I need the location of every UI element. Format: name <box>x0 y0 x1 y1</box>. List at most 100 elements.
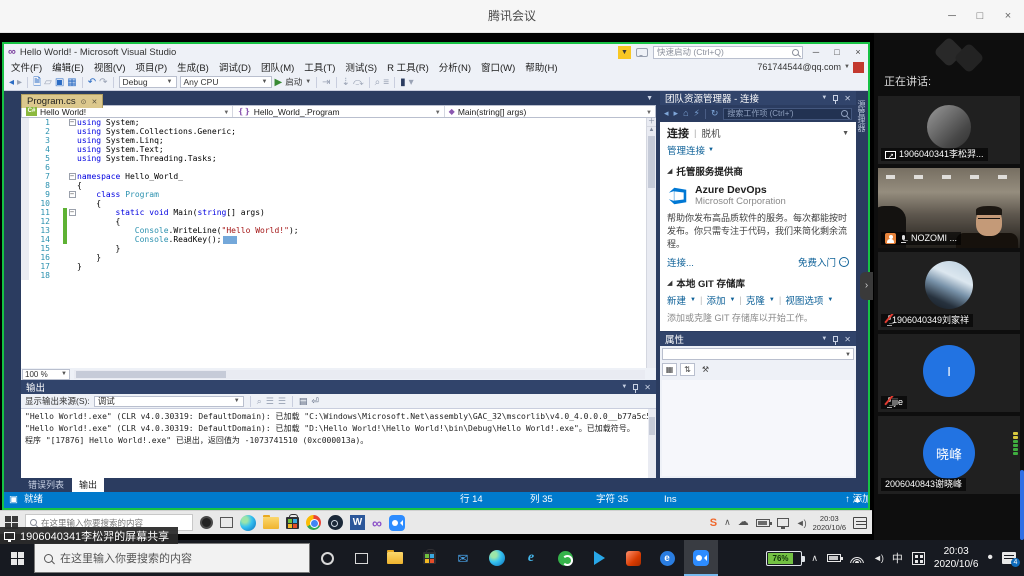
volume-icon[interactable]: ◄) <box>796 518 806 528</box>
output-log[interactable]: "Hello World!.exe" (CLR v4.0.30319: Defa… <box>21 409 648 478</box>
microsoft-store-icon[interactable] <box>286 517 299 529</box>
outline-margin[interactable]: − <box>67 208 77 217</box>
sidebar-scrollbar[interactable] <box>1020 33 1024 540</box>
comment-icon[interactable]: ≡ <box>383 75 389 90</box>
taskbar-app-video-player[interactable] <box>582 540 616 576</box>
tool-tab-output[interactable]: 输出 <box>72 478 104 492</box>
participant-tile[interactable]: 晓峰2006040843谢晓峰 <box>878 416 1020 494</box>
menu-item-9[interactable]: R 工具(R) <box>382 63 434 74</box>
outline-margin[interactable] <box>67 127 77 136</box>
project-dropdown[interactable]: C# Hello World! ▼ <box>22 106 233 117</box>
breakpoint-margin[interactable] <box>21 271 29 280</box>
git-action-3[interactable]: 视图选项 <box>785 293 823 307</box>
window-position-icon[interactable]: ▼ <box>821 336 827 342</box>
shared-app-store[interactable] <box>286 514 299 532</box>
account-menu[interactable]: 761744544@qq.com ▼ <box>757 60 864 74</box>
tencent-meeting-icon[interactable] <box>389 515 405 531</box>
ime-keyboard-icon[interactable] <box>912 552 925 565</box>
visual-studio-icon[interactable]: ∞ <box>372 516 382 530</box>
outline-margin[interactable] <box>67 226 77 235</box>
taskbar-app-office[interactable] <box>616 540 650 576</box>
chevron-up-icon[interactable]: ∧ <box>811 553 818 564</box>
shared-app-steam[interactable] <box>328 514 343 532</box>
menu-item-4[interactable]: 生成(B) <box>172 63 214 74</box>
close-icon[interactable]: × <box>994 0 1022 33</box>
network-icon[interactable] <box>777 518 789 527</box>
fold-collapse-icon[interactable]: − <box>69 119 76 126</box>
save-icon[interactable]: ▣ <box>55 75 64 90</box>
shared-notifications-icon[interactable] <box>853 517 867 529</box>
cortana-icon[interactable] <box>321 552 334 565</box>
add-to-source-control-button[interactable]: ↑ 添加到源代码管理 ▲ <box>845 492 862 508</box>
edge-icon[interactable] <box>240 515 256 531</box>
vs-minimize-icon[interactable]: ─ <box>808 45 824 59</box>
local-git-section[interactable]: ◢ 本地 GIT 存储库 <box>667 276 849 290</box>
editor-vertical-scrollbar[interactable]: ＋ ▲ <box>646 118 656 368</box>
output-scrollbar[interactable] <box>648 409 656 478</box>
avatar[interactable] <box>853 62 864 73</box>
menu-item-1[interactable]: 编辑(E) <box>47 63 89 74</box>
chevron-up-icon[interactable]: ∧ <box>724 517 731 528</box>
properties-panel-header[interactable]: 属性 ▼ ✕ <box>660 332 856 346</box>
menu-item-10[interactable]: 分析(N) <box>434 63 476 74</box>
outline-margin[interactable] <box>67 163 77 172</box>
breakpoint-margin[interactable] <box>21 181 29 190</box>
outline-margin[interactable]: − <box>67 172 77 181</box>
redo-icon[interactable]: ↷ <box>99 75 107 90</box>
breakpoint-margin[interactable] <box>21 208 29 217</box>
tab-solution-explorer[interactable]: 解决方案资源管理器 <box>856 94 870 138</box>
scrollbar-thumb[interactable] <box>649 417 655 435</box>
toolbar-overflow-icon[interactable]: ▾ <box>409 75 414 90</box>
wifi-icon[interactable] <box>850 553 864 563</box>
menu-item-11[interactable]: 窗口(W) <box>476 63 520 74</box>
start-debug-icon[interactable]: ▶ <box>275 75 283 90</box>
outline-margin[interactable] <box>67 136 77 145</box>
feedback-icon[interactable] <box>636 48 648 57</box>
breakpoint-margin[interactable] <box>21 217 29 226</box>
team-explorer-header[interactable]: 团队资源管理器 - 连接 ▼ ✕ <box>660 91 856 105</box>
pin-icon[interactable] <box>833 336 838 342</box>
internet-explorer-icon[interactable]: e <box>528 551 534 565</box>
breakpoint-margin[interactable] <box>21 136 29 145</box>
outline-margin[interactable] <box>67 271 77 280</box>
shared-app-tencent-meeting[interactable] <box>389 514 405 532</box>
sidebar-collapse-button[interactable]: › <box>860 272 873 300</box>
browser-360-icon[interactable] <box>558 551 573 566</box>
document-list-icon[interactable]: ▼ <box>646 95 653 102</box>
menu-item-0[interactable]: 文件(F) <box>6 63 47 74</box>
breakpoint-margin[interactable] <box>21 118 29 127</box>
scrollbar-thumb[interactable] <box>1020 470 1024 540</box>
microsoft-store-icon[interactable] <box>423 552 436 564</box>
properties-grid[interactable] <box>662 380 854 476</box>
shared-app-visual-studio[interactable]: ∞ <box>372 514 382 532</box>
window-position-icon[interactable]: ▼ <box>821 95 827 101</box>
navigate-forward-icon[interactable]: ▸ <box>17 75 22 90</box>
menu-item-7[interactable]: 工具(T) <box>299 63 340 74</box>
solution-configuration-select[interactable]: Debug▼ <box>119 76 177 88</box>
bookmark-icon[interactable]: ▮ <box>400 75 406 90</box>
sogou-ime-icon[interactable]: S <box>710 517 717 529</box>
cloud-icon[interactable]: ☁ <box>738 517 749 528</box>
taskbar-app-edge[interactable] <box>480 540 514 576</box>
participant-tile[interactable]: NOZOMI ... <box>878 168 1020 248</box>
word-icon[interactable]: W <box>350 515 365 530</box>
breakpoint-margin[interactable] <box>21 199 29 208</box>
git-action-2[interactable]: 克隆 <box>746 293 765 307</box>
step-over-icon[interactable]: ⤼ <box>353 75 364 90</box>
outline-margin[interactable] <box>67 154 77 163</box>
goto-previous-icon[interactable]: ☰ <box>266 396 274 407</box>
hosted-providers-section[interactable]: ◢ 托管服务提供商 <box>667 164 849 178</box>
breakpoint-margin[interactable] <box>21 154 29 163</box>
volume-icon[interactable]: ◄) <box>873 553 883 563</box>
alphabetical-sort-icon[interactable]: ⇅ <box>680 363 695 376</box>
outline-margin[interactable] <box>67 181 77 190</box>
vs-close-icon[interactable]: × <box>850 45 866 59</box>
task-view-icon[interactable] <box>220 517 233 528</box>
outline-margin[interactable] <box>67 262 77 271</box>
chrome-icon[interactable] <box>306 515 321 530</box>
solution-platform-select[interactable]: Any CPU▼ <box>180 76 272 88</box>
code-editor[interactable]: 1−using System;2using System.Collections… <box>21 118 656 368</box>
save-all-icon[interactable]: ▦ <box>67 75 76 90</box>
menu-item-6[interactable]: 团队(M) <box>256 63 299 74</box>
taskbar-app-store[interactable] <box>412 540 446 576</box>
